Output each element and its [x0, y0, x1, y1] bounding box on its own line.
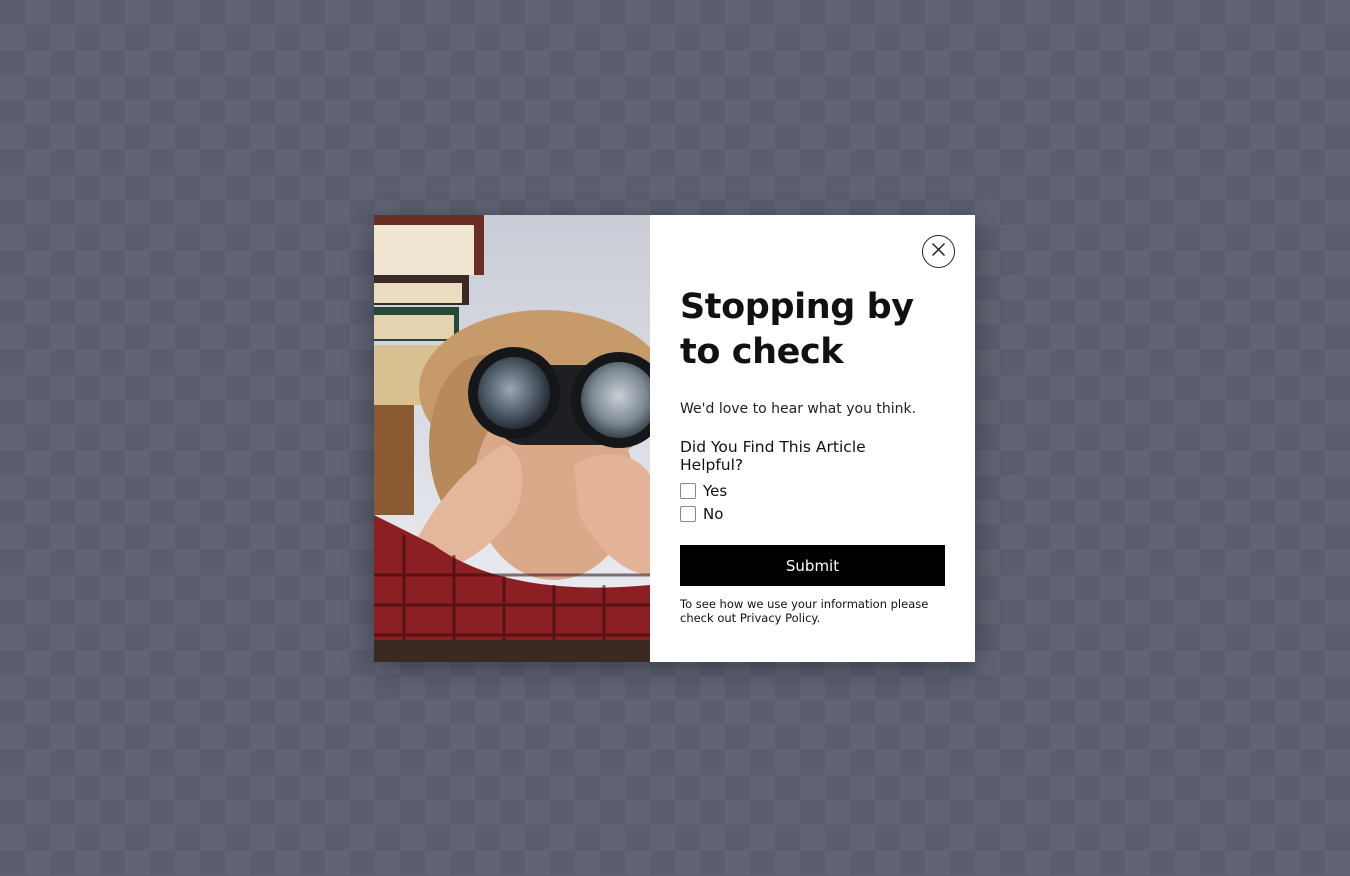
submit-button[interactable]: Submit — [680, 545, 945, 586]
option-no[interactable]: No — [680, 504, 945, 523]
yes-checkbox[interactable] — [680, 482, 696, 499]
person-binoculars-image — [374, 215, 650, 662]
privacy-policy-link[interactable]: Privacy Policy — [740, 611, 817, 625]
no-label: No — [703, 504, 724, 523]
survey-question: Did You Find This Article Helpful? — [680, 438, 945, 474]
option-yes[interactable]: Yes — [680, 481, 945, 500]
privacy-prefix: check out — [680, 611, 740, 625]
close-icon — [931, 242, 946, 261]
privacy-notice: To see how we use your information pleas… — [680, 597, 945, 625]
yes-label: Yes — [703, 481, 728, 500]
popup-content: Stopping by to check We'd love to hear w… — [650, 215, 975, 662]
popup-subtext: We'd love to hear what you think. — [680, 401, 917, 417]
question-line-2: Helpful? — [680, 456, 744, 474]
headline-line-2: to check — [680, 332, 844, 372]
privacy-suffix: . — [816, 611, 821, 625]
close-button[interactable] — [922, 235, 955, 268]
popup-headline: Stopping by to check — [680, 285, 945, 375]
headline-line-1: Stopping by — [680, 287, 914, 327]
no-checkbox[interactable] — [680, 505, 696, 522]
feedback-popup: Stopping by to check We'd love to hear w… — [374, 215, 975, 662]
privacy-line-1: To see how we use your information pleas… — [680, 597, 929, 611]
question-line-1: Did You Find This Article — [680, 438, 866, 456]
